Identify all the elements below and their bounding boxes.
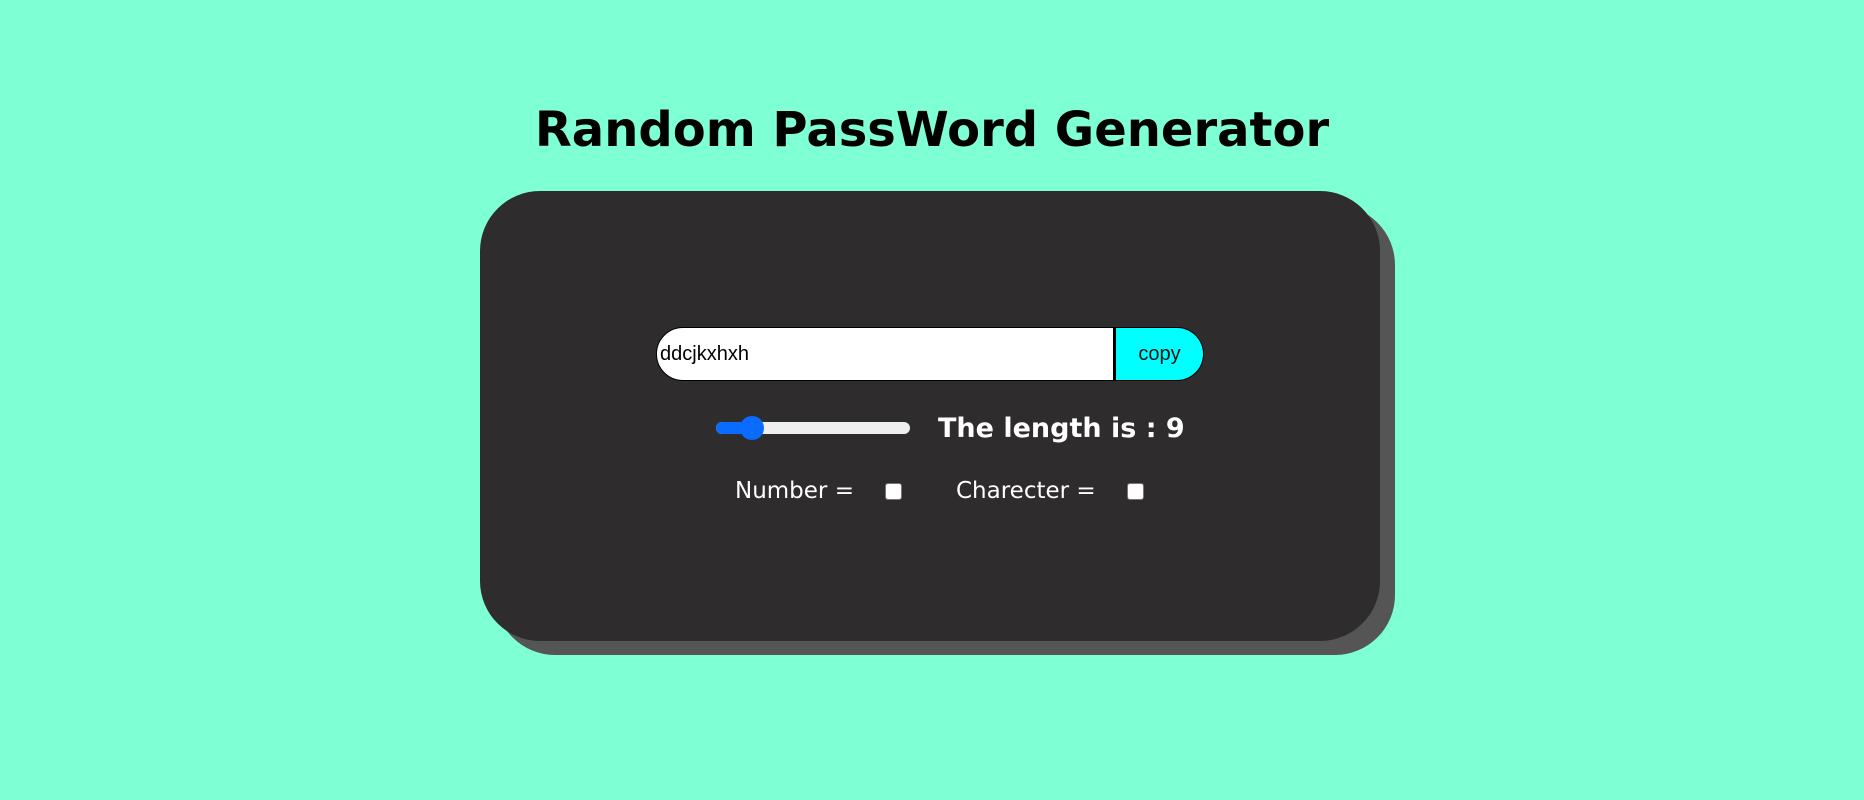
number-checkbox[interactable] bbox=[884, 482, 902, 500]
page-title: Random PassWord Generator bbox=[534, 102, 1330, 158]
character-option-label: Charecter = bbox=[955, 478, 1096, 504]
length-slider-row: The length is : 9 bbox=[716, 408, 1185, 448]
length-slider[interactable] bbox=[716, 416, 910, 440]
password-row: copy bbox=[656, 327, 1204, 381]
password-input[interactable] bbox=[656, 327, 1114, 381]
length-slider-thumb[interactable] bbox=[739, 416, 764, 440]
copy-button[interactable]: copy bbox=[1114, 327, 1204, 381]
character-checkbox[interactable] bbox=[1126, 482, 1144, 500]
number-option-label: Number = bbox=[735, 478, 854, 504]
options-row: Number = Charecter = bbox=[735, 474, 1144, 508]
length-label: The length is : 9 bbox=[938, 412, 1185, 444]
